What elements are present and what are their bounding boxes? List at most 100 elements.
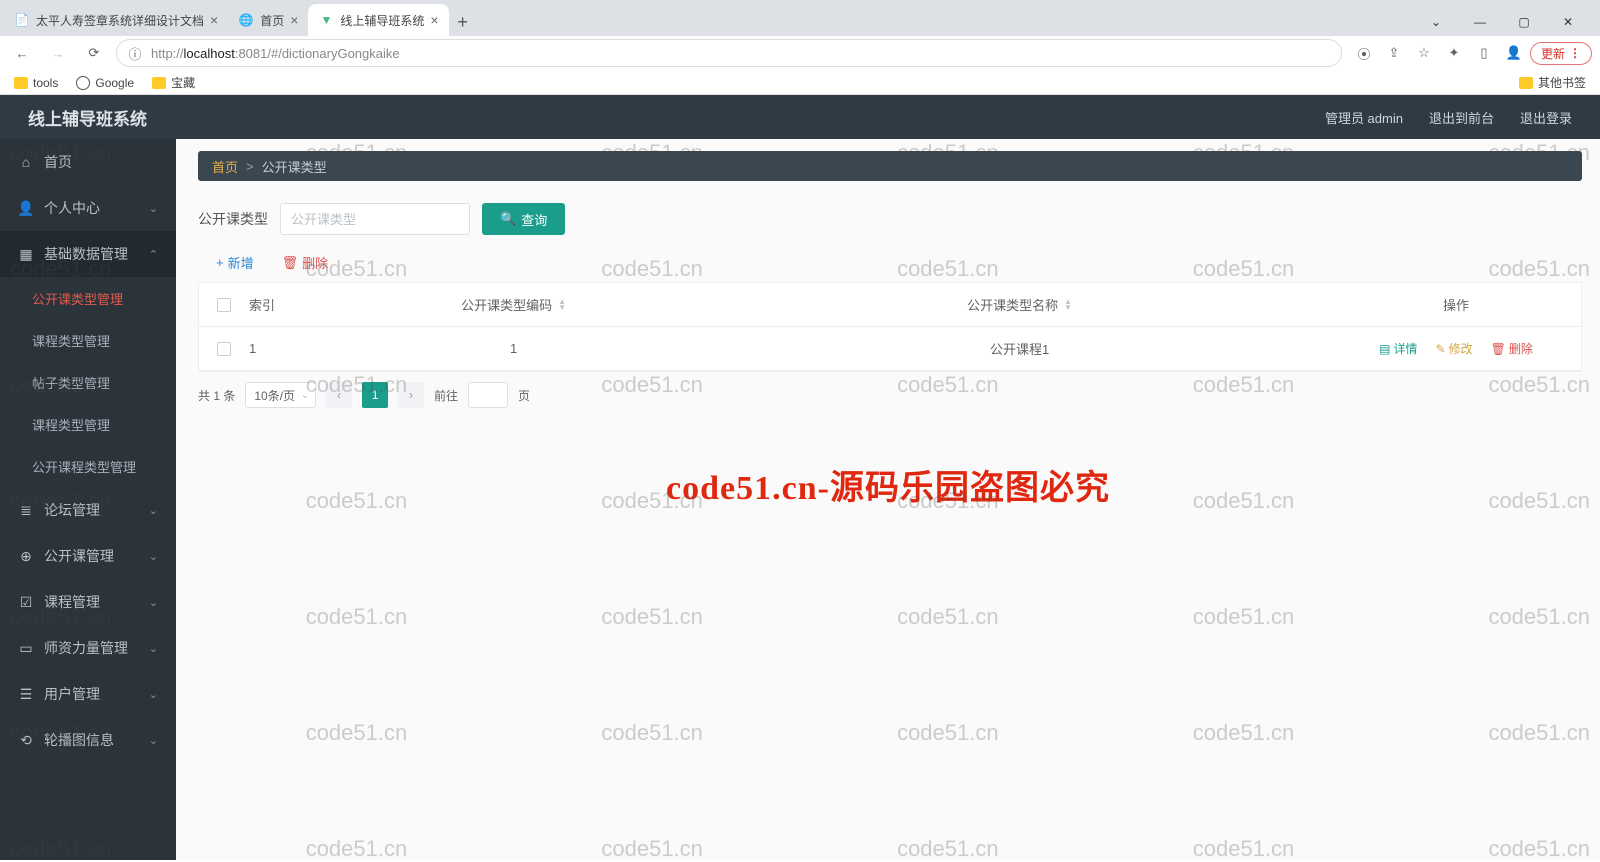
table-header: 索引 公开课类型编码▲▼ 公开课类型名称▲▼ 操作	[199, 283, 1581, 327]
action-row: +新增 🗑删除	[216, 253, 1582, 272]
breadcrumb-current: 公开课类型	[262, 157, 327, 176]
app-header: 线上辅导班系统 管理员 admin 退出到前台 退出登录	[0, 95, 1600, 139]
pagination: 共 1 条 10条/页⌄ ‹ 1 › 前往 页	[198, 382, 1582, 408]
sidebar-item-label: 用户管理	[44, 684, 100, 704]
search-input[interactable]	[280, 203, 470, 235]
sidebar-item-carousel[interactable]: ⟲ 轮播图信息 ⌄	[0, 717, 176, 763]
close-icon[interactable]: ×	[290, 12, 298, 28]
data-table: 索引 公开课类型编码▲▼ 公开课类型名称▲▼ 操作 1 1 公开课程1 ▤详情 …	[198, 282, 1582, 372]
header-logout[interactable]: 退出登录	[1520, 108, 1572, 127]
cell-code: 1	[319, 341, 708, 356]
forward-icon[interactable]: →	[44, 39, 72, 67]
sidebar-item-forum[interactable]: ≣ 论坛管理 ⌄	[0, 487, 176, 533]
edit-icon: ✎	[1436, 342, 1446, 356]
browser-tab-0[interactable]: 📄 太平人寿签章系统详细设计文档 ×	[4, 4, 228, 36]
delete-button[interactable]: 🗑删除	[282, 253, 329, 272]
sidebar-item-user[interactable]: ☰ 用户管理 ⌄	[0, 671, 176, 717]
back-icon[interactable]: ←	[8, 39, 36, 67]
maximize-icon[interactable]: ▢	[1504, 8, 1544, 36]
profile-icon[interactable]: 👤	[1500, 39, 1528, 67]
other-bookmarks[interactable]: 其他书签	[1519, 74, 1586, 91]
browser-chrome: 📄 太平人寿签章系统详细设计文档 × 🌐 首页 × ▼ 线上辅导班系统 × + …	[0, 0, 1600, 95]
row-edit-button[interactable]: ✎修改	[1436, 340, 1473, 357]
refresh-icon: ⟲	[18, 732, 34, 749]
user-icon: 👤	[18, 200, 34, 217]
header-to-front[interactable]: 退出到前台	[1429, 108, 1494, 127]
url-input[interactable]: ⓘ http://localhost:8081/#/dictionaryGong…	[116, 39, 1342, 67]
sidebar-item-basedata[interactable]: ▦ 基础数据管理 ⌃	[0, 231, 176, 277]
sidebar-item-home[interactable]: ⌂ 首页	[0, 139, 176, 185]
sidebar-item-label: 首页	[44, 152, 72, 172]
doc-icon: 📄	[14, 12, 30, 28]
chevron-down-icon: ⌄	[149, 550, 158, 563]
chevron-down-icon: ⌄	[301, 390, 309, 401]
th-code[interactable]: 公开课类型编码▲▼	[319, 295, 708, 314]
page-number[interactable]: 1	[362, 382, 388, 408]
add-button[interactable]: +新增	[216, 253, 254, 272]
sidebar-sub-course-type[interactable]: 课程类型管理	[0, 319, 176, 361]
content-area: 首页 > 公开课类型 公开课类型 🔍 查询 +新增 🗑删除 索引 公开课类型编码…	[176, 139, 1600, 860]
device-icon: ▭	[18, 640, 34, 657]
close-icon[interactable]: ×	[430, 12, 438, 28]
sidebar-sub-course-type2[interactable]: 课程类型管理	[0, 403, 176, 445]
pagination-total: 共 1 条	[198, 387, 235, 404]
chevron-up-icon: ⌃	[149, 248, 158, 261]
row-detail-button[interactable]: ▤详情	[1379, 340, 1417, 357]
search-icon: 🔍	[500, 211, 516, 227]
row-checkbox[interactable]	[217, 342, 231, 356]
prev-page-button[interactable]: ‹	[326, 382, 352, 408]
sort-icon: ▲▼	[558, 299, 566, 311]
detail-icon: ▤	[1379, 342, 1390, 356]
chevron-down-icon: ⌄	[149, 596, 158, 609]
minimize-icon[interactable]: —	[1460, 8, 1500, 36]
check-icon: ☑	[18, 594, 34, 611]
home-icon: ⌂	[18, 154, 34, 170]
cell-name: 公开课程1	[708, 339, 1331, 358]
share-icon[interactable]: ⇪	[1380, 39, 1408, 67]
tab-strip: 📄 太平人寿签章系统详细设计文档 × 🌐 首页 × ▼ 线上辅导班系统 × + …	[0, 0, 1600, 36]
search-label: 公开课类型	[198, 209, 268, 229]
browser-tab-2[interactable]: ▼ 线上辅导班系统 ×	[308, 4, 448, 36]
extensions-icon[interactable]: ✦	[1440, 39, 1468, 67]
window-close-icon[interactable]: ✕	[1548, 8, 1588, 36]
sidebar-item-profile[interactable]: 👤 个人中心 ⌄	[0, 185, 176, 231]
sidebar-sub-post-type[interactable]: 帖子类型管理	[0, 361, 176, 403]
sidebar-item-course[interactable]: ☑ 课程管理 ⌄	[0, 579, 176, 625]
goto-label: 前往	[434, 387, 458, 404]
sidebar-item-label: 轮播图信息	[44, 730, 114, 750]
sidebar-item-teacher[interactable]: ▭ 师资力量管理 ⌄	[0, 625, 176, 671]
bookmark-baozang[interactable]: 宝藏	[152, 74, 195, 91]
sidebar: ⌂ 首页 👤 个人中心 ⌄ ▦ 基础数据管理 ⌃ 公开课类型管理 课程类型管理 …	[0, 139, 176, 860]
reading-list-icon[interactable]: ▯	[1470, 39, 1498, 67]
update-button[interactable]: 更新⋮	[1530, 42, 1592, 65]
star-icon[interactable]: ☆	[1410, 39, 1438, 67]
select-all-checkbox[interactable]	[217, 298, 231, 312]
close-icon[interactable]: ×	[210, 12, 218, 28]
header-admin[interactable]: 管理员 admin	[1325, 108, 1403, 127]
tab-title: 太平人寿签章系统详细设计文档	[36, 12, 204, 29]
watermark-banner: code51.cn-源码乐园盗图必究	[666, 460, 1110, 509]
chevron-down-icon: ⌄	[149, 642, 158, 655]
per-page-select[interactable]: 10条/页⌄	[245, 382, 316, 408]
bookmark-google[interactable]: Google	[76, 76, 134, 90]
breadcrumb-home[interactable]: 首页	[212, 157, 238, 176]
new-tab-button[interactable]: +	[449, 8, 477, 36]
search-row: 公开课类型 🔍 查询	[198, 203, 1582, 235]
next-page-button[interactable]: ›	[398, 382, 424, 408]
url-text: http://localhost:8081/#/dictionaryGongka…	[151, 46, 400, 61]
reload-icon[interactable]: ⟳	[80, 39, 108, 67]
dropdown-icon[interactable]: ⌄	[1416, 8, 1456, 36]
sidebar-sub-gongkai-course-type[interactable]: 公开课程类型管理	[0, 445, 176, 487]
translate-icon[interactable]: ⦿	[1350, 39, 1378, 67]
browser-tab-1[interactable]: 🌐 首页 ×	[228, 4, 308, 36]
row-delete-button[interactable]: 🗑删除	[1491, 340, 1533, 357]
cell-index: 1	[249, 341, 319, 356]
sidebar-item-gongkaike[interactable]: ⊕ 公开课管理 ⌄	[0, 533, 176, 579]
search-button[interactable]: 🔍 查询	[482, 203, 565, 235]
goto-input[interactable]	[468, 382, 508, 408]
bookmark-tools[interactable]: tools	[14, 76, 58, 90]
th-name[interactable]: 公开课类型名称▲▼	[708, 295, 1331, 314]
globe-icon	[76, 76, 90, 90]
sidebar-item-label: 师资力量管理	[44, 638, 128, 658]
sidebar-sub-gongkai-type[interactable]: 公开课类型管理	[0, 277, 176, 319]
